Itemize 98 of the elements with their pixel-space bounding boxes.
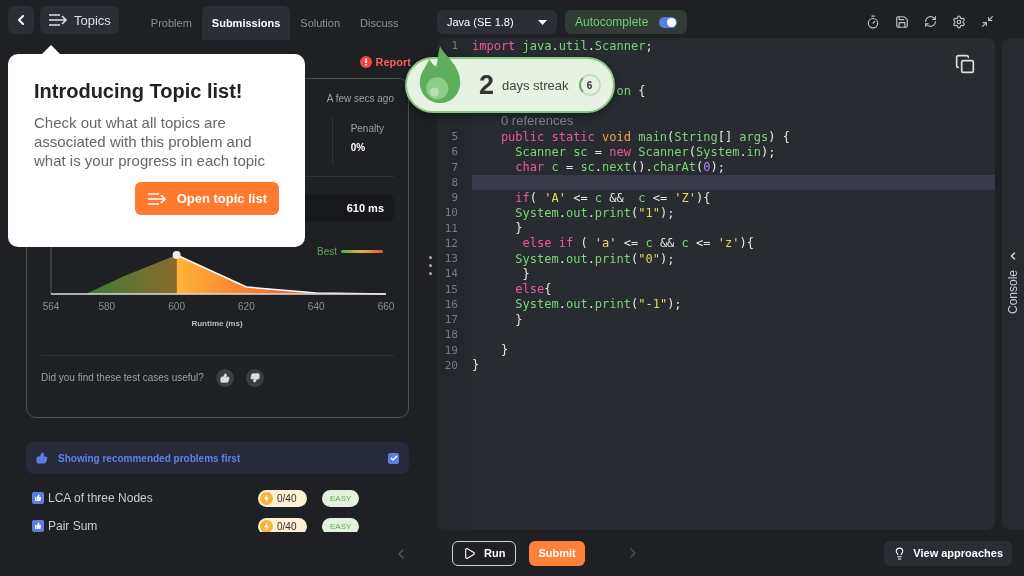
thumbs-up-icon bbox=[32, 520, 44, 532]
topic-list-icon bbox=[146, 192, 167, 205]
play-icon bbox=[463, 546, 476, 560]
report-link[interactable]: Report bbox=[359, 56, 411, 68]
line-number: 17 bbox=[444, 313, 458, 327]
line-number: 9 bbox=[451, 191, 458, 205]
code-line: } bbox=[472, 358, 480, 373]
code-line: } bbox=[500, 343, 509, 358]
stat-label: Penalty bbox=[350, 123, 384, 134]
code-line: import java.util.Scanner; bbox=[472, 38, 653, 53]
save-icon[interactable] bbox=[895, 15, 909, 29]
axis-tick-label: 660 bbox=[377, 301, 395, 312]
line-number: 14 bbox=[444, 267, 458, 281]
lightning-icon bbox=[260, 519, 273, 532]
score-badge: 0/40 bbox=[258, 489, 307, 507]
collapse-icon[interactable] bbox=[981, 15, 994, 28]
streak-label: days streak bbox=[502, 77, 569, 93]
code-line: on { bbox=[616, 84, 646, 99]
line-number: 19 bbox=[444, 343, 458, 357]
line-number: 1 bbox=[451, 39, 458, 53]
console-label: Console bbox=[1006, 270, 1020, 315]
runtime-value: 610 ms bbox=[346, 202, 384, 214]
popup-title: Introducing Topic list! bbox=[34, 80, 244, 103]
line-number: 5 bbox=[451, 130, 458, 144]
code-line: } bbox=[522, 266, 530, 281]
line-number: 6 bbox=[451, 145, 458, 159]
language-dropdown[interactable]: Java (SE 1.8) bbox=[437, 10, 557, 34]
problem-title[interactable]: Pair Sum bbox=[48, 519, 258, 532]
stat-value: 0% bbox=[350, 142, 367, 153]
code-line: } bbox=[515, 221, 523, 236]
back-button[interactable] bbox=[8, 6, 34, 34]
legend-gradient-line bbox=[341, 250, 383, 253]
lightning-icon bbox=[260, 491, 273, 505]
thumbs-up-icon bbox=[219, 372, 230, 383]
axis-tick-label: 620 bbox=[238, 301, 255, 312]
line-number: 18 bbox=[444, 328, 458, 342]
view-approaches-button[interactable]: View approaches bbox=[884, 540, 1012, 566]
banner-text: Showing recommended problems first bbox=[58, 452, 242, 464]
line-number: 13 bbox=[444, 252, 458, 266]
feedback-question: Did you find these test cases useful? bbox=[41, 372, 204, 383]
code-line: System.out.print("-1"); bbox=[515, 297, 682, 312]
code-line: } bbox=[515, 312, 523, 327]
streak-count: 2 bbox=[479, 69, 495, 101]
console-panel[interactable]: Console bbox=[1002, 38, 1024, 530]
thumbs-up-icon bbox=[36, 452, 48, 464]
code-editor[interactable] bbox=[437, 38, 995, 530]
code-lens[interactable]: 0 references bbox=[501, 113, 574, 128]
tab[interactable]: Problem bbox=[140, 6, 202, 40]
checkbox[interactable] bbox=[388, 452, 399, 464]
streak-progress-ring: 6 bbox=[578, 74, 601, 96]
copy-icon bbox=[955, 54, 975, 74]
thumbs-down-button[interactable] bbox=[245, 368, 264, 387]
run-button[interactable]: Run bbox=[452, 540, 517, 566]
drag-handle-icon[interactable] bbox=[429, 256, 432, 275]
code-line: System.out.print("0"); bbox=[515, 251, 675, 266]
line-number: 7 bbox=[451, 160, 458, 174]
line-number: 8 bbox=[451, 175, 458, 189]
tab[interactable]: Solution bbox=[290, 6, 351, 40]
legend-label: Best bbox=[317, 246, 337, 257]
thumbs-up-button[interactable] bbox=[215, 368, 234, 387]
code-line: System.out.print("1"); bbox=[515, 205, 675, 220]
line-number: 11 bbox=[444, 221, 458, 235]
axis-tick-label: 580 bbox=[98, 301, 116, 312]
tab[interactable]: Discuss bbox=[350, 6, 409, 40]
line-number: 15 bbox=[444, 282, 458, 296]
score-badge: 0/40 bbox=[258, 517, 307, 532]
popup-body: Check out what all topics are associated with this problem and what is your progress in each topic bbox=[34, 113, 266, 170]
topics-button[interactable]: Topics bbox=[40, 6, 119, 34]
thumbs-up-icon bbox=[32, 492, 44, 504]
line-number: 10 bbox=[444, 206, 458, 220]
code-line: if( 'A' <= c && c <= 'Z'){ bbox=[515, 190, 711, 205]
tab[interactable]: Submissions bbox=[201, 6, 291, 40]
refresh-icon[interactable] bbox=[924, 15, 937, 28]
topic-list-icon bbox=[48, 14, 68, 26]
line-number: 12 bbox=[444, 236, 458, 250]
line-number: 16 bbox=[444, 297, 458, 311]
caret-icon bbox=[538, 19, 547, 25]
code-line: else{ bbox=[515, 282, 552, 297]
toggle-switch[interactable] bbox=[659, 16, 677, 28]
timer-icon[interactable] bbox=[866, 15, 880, 29]
difficulty-tag: EASY bbox=[322, 489, 360, 507]
copy-button[interactable] bbox=[955, 54, 975, 74]
problem-title[interactable]: LCA of three Nodes bbox=[48, 491, 258, 505]
axis-tick-label: 640 bbox=[307, 301, 325, 312]
axis-tick-label: 600 bbox=[168, 301, 185, 312]
code-line: char c = sc.next().charAt(0); bbox=[515, 160, 725, 175]
line-number: 20 bbox=[444, 358, 458, 372]
alert-icon bbox=[359, 56, 372, 68]
axis-tick-label: 564 bbox=[42, 301, 60, 312]
autocomplete-label: Autocomplete bbox=[575, 15, 649, 29]
axis-title: Runtime (ms) bbox=[191, 319, 243, 328]
thumbs-down-icon bbox=[249, 372, 260, 383]
code-line: else if ( 'a' <= c && c <= 'z'){ bbox=[522, 236, 754, 251]
difficulty-tag: EASY bbox=[322, 517, 360, 532]
code-line: Scanner sc = new Scanner(System.in); bbox=[515, 144, 776, 159]
submission-time: A few secs ago bbox=[326, 92, 394, 104]
settings-icon[interactable] bbox=[952, 15, 966, 29]
code-line: public static void main(String[] args) { bbox=[500, 129, 790, 144]
